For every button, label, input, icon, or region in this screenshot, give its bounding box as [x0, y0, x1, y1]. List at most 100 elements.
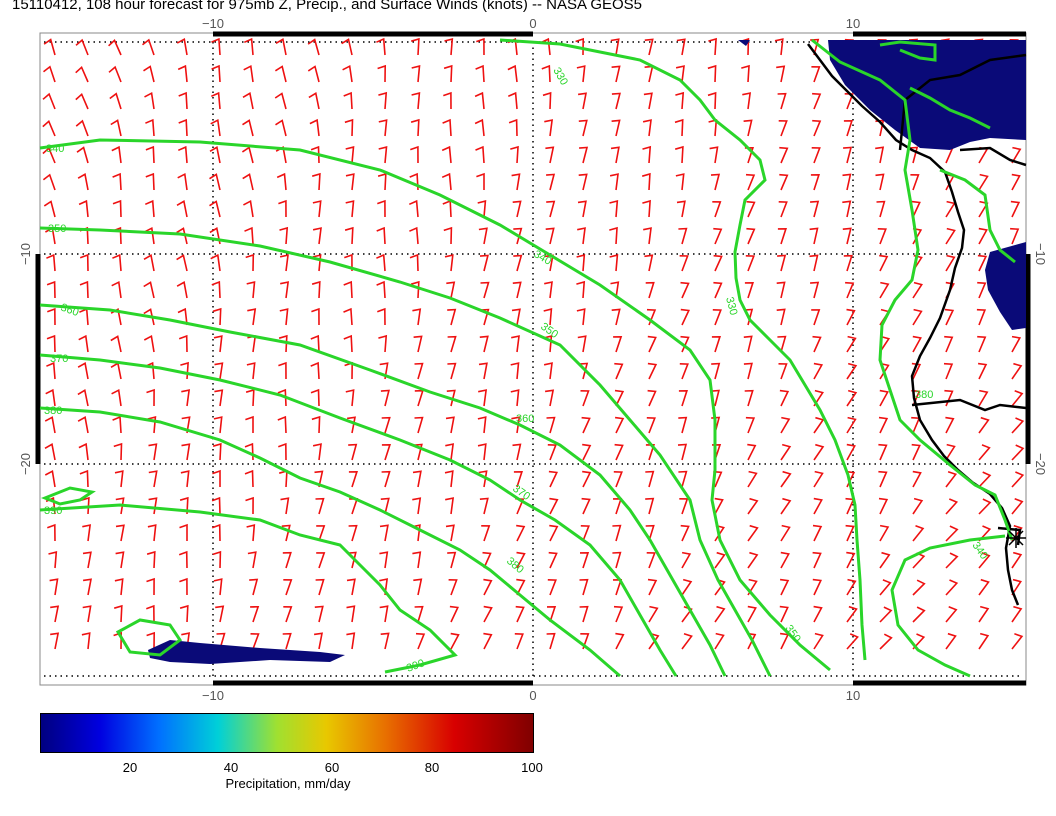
wind-barb [111, 145, 122, 164]
wind-barb [449, 605, 459, 623]
wind-barb [414, 416, 424, 434]
wind-barb [310, 388, 320, 407]
wind-barb [1011, 605, 1023, 623]
wind-barb [179, 523, 188, 541]
wind-barb [507, 64, 518, 83]
wind-barb [283, 606, 293, 623]
contour-label-330-b: 330 [723, 296, 739, 317]
wind-barb [44, 469, 56, 488]
wind-barb [809, 254, 819, 272]
wind-barb [609, 254, 619, 272]
wind-barb [445, 416, 455, 434]
bottom-tick-1: 0 [529, 688, 536, 703]
wind-barb [648, 605, 659, 623]
wind-barb [277, 415, 287, 434]
wind-barb [345, 200, 355, 218]
wind-barb [77, 362, 89, 380]
wind-barb [115, 551, 125, 569]
wind-barb [515, 605, 525, 623]
wind-barb [910, 174, 920, 191]
wind-barb [310, 361, 320, 380]
wind-barb [978, 227, 988, 245]
wind-barb [481, 525, 491, 542]
wind-barb [846, 605, 858, 623]
wind-barb [579, 551, 590, 569]
wind-barb [378, 91, 388, 110]
wind-barb [845, 524, 855, 542]
wind-barb [713, 227, 723, 245]
precip-areas [148, 40, 1026, 664]
wind-barb [945, 254, 956, 272]
wind-barb [177, 64, 188, 83]
wind-barb [474, 91, 485, 110]
wind-barb [82, 578, 92, 596]
wind-barb [247, 551, 257, 569]
wind-barb [445, 524, 455, 542]
wind-barb [745, 173, 756, 191]
wind-barb [212, 550, 222, 569]
wind-barb [510, 362, 520, 380]
wind-barb [478, 227, 488, 245]
wind-barb [613, 335, 623, 353]
wind-barb [681, 632, 693, 650]
wind-barb [1010, 227, 1020, 245]
wind-barb [809, 227, 819, 245]
wind-barb [43, 200, 56, 218]
wind-barb [476, 37, 485, 56]
right-tick-1: −20 [1033, 453, 1048, 475]
wind-barb [143, 65, 155, 83]
wind-barb [447, 335, 457, 353]
wind-barb [679, 255, 689, 272]
wind-barb [812, 551, 822, 569]
wind-barb [1011, 444, 1025, 461]
wind-barb [143, 334, 155, 353]
contour-label-390-b: 390 [405, 657, 426, 675]
wind-barb [409, 226, 419, 245]
wind-barb [609, 199, 619, 218]
wind-barb [144, 199, 155, 218]
wind-barb [145, 145, 155, 164]
wind-barb [709, 146, 719, 164]
wind-barb [645, 470, 655, 488]
wind-barb [279, 226, 289, 245]
wind-barb [878, 497, 889, 515]
wind-barb [582, 470, 592, 488]
wind-barb [978, 632, 990, 650]
wind-barb [77, 416, 89, 434]
wind-barb [78, 334, 89, 353]
wind-barb [246, 281, 256, 299]
wind-barb [245, 496, 254, 515]
wind-barb [747, 470, 758, 488]
wind-barb [278, 361, 287, 380]
wind-barb [646, 552, 656, 569]
wind-barb [644, 65, 654, 83]
wind-barb [348, 470, 359, 488]
wind-barb [879, 389, 889, 407]
wind-barb [812, 119, 822, 137]
wind-barb [813, 605, 823, 623]
wind-barb [711, 362, 721, 380]
wind-barb [112, 415, 122, 434]
wind-barb [274, 65, 287, 83]
wind-barb [146, 577, 155, 596]
wind-barb [976, 308, 987, 326]
colorbar-tick-40: 40 [223, 760, 239, 775]
wind-barb [911, 443, 921, 461]
wind-barb [548, 551, 558, 569]
grid-lines [44, 41, 1022, 677]
wind-barb [579, 578, 589, 596]
wind-barb [977, 362, 988, 380]
wind-barb [282, 551, 292, 569]
wind-barb [875, 173, 885, 191]
wind-barb [843, 254, 853, 272]
wind-barb [44, 416, 56, 434]
wind-barb [779, 173, 789, 191]
wind-barb [713, 254, 723, 272]
wind-barb [244, 469, 254, 488]
wind-barb [879, 281, 890, 299]
wind-barb [879, 254, 889, 272]
wind-barb [75, 65, 89, 83]
contour-390 [39, 503, 458, 674]
wind-barb [448, 579, 458, 596]
wind-barb [912, 335, 922, 353]
